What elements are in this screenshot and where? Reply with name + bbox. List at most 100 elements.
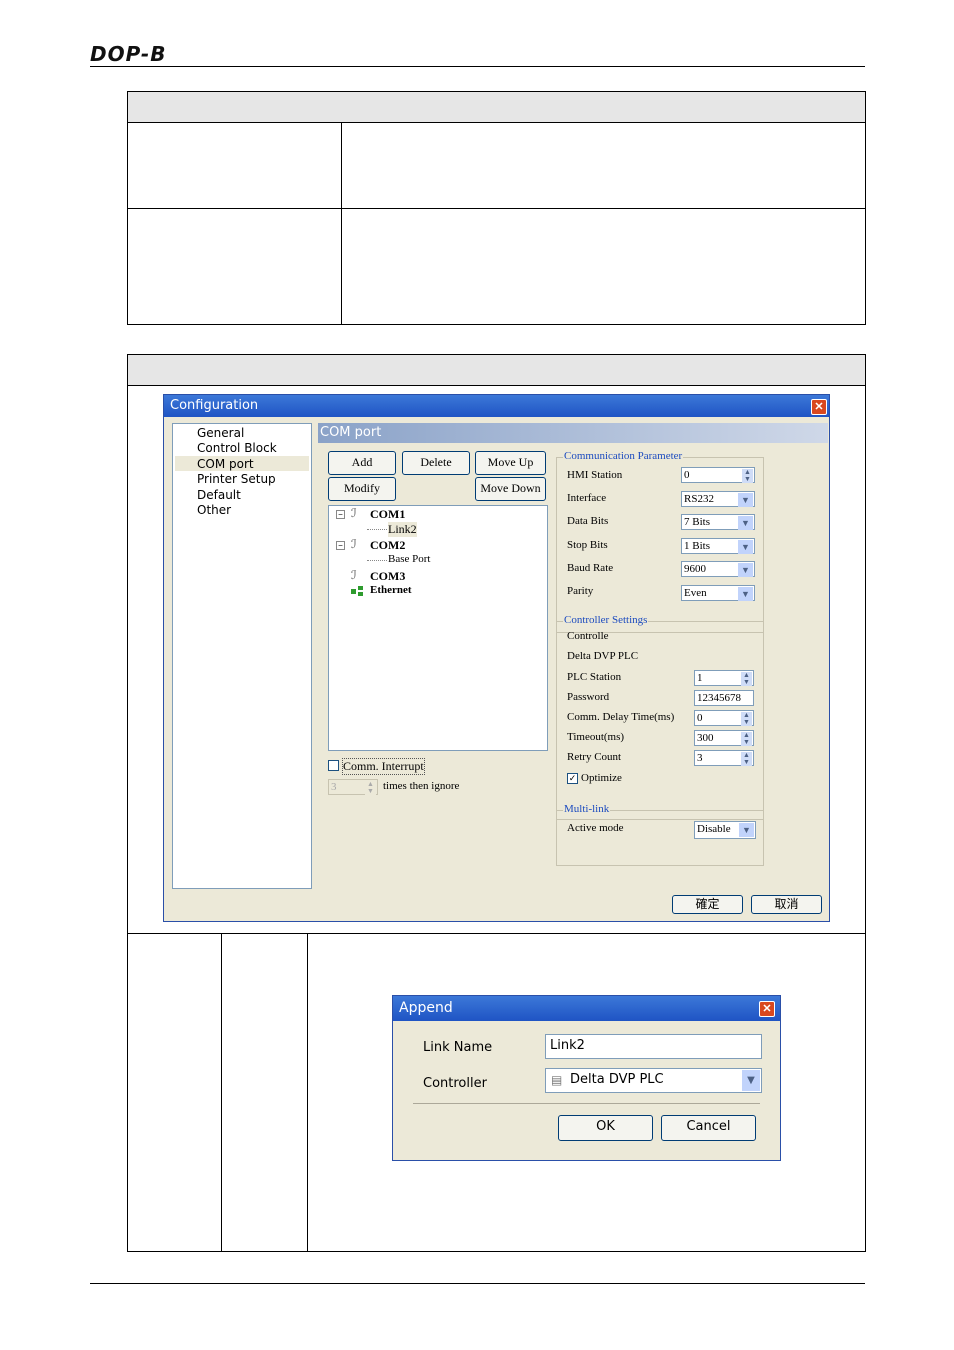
- serial-plug-icon: ℐ: [351, 568, 357, 582]
- comm-interrupt-label: Comm. Interrupt: [342, 758, 425, 775]
- ok-button[interactable]: OK: [558, 1115, 653, 1141]
- multilink-group-label: Multi-link: [563, 803, 611, 815]
- password-value: 12345678: [697, 692, 741, 704]
- plc-station-stepper[interactable]: 1 ▲ ▼: [694, 670, 754, 686]
- baud-rate-select[interactable]: 9600 ▼: [681, 561, 755, 577]
- controller-select[interactable]: ▤ Delta DVP PLC ▼: [545, 1068, 762, 1093]
- active-mode-select[interactable]: Disable ▼: [694, 821, 756, 839]
- comm-delay-value: 0: [697, 712, 703, 724]
- append-titlebar: Append ✕: [393, 996, 780, 1021]
- move-down-button[interactable]: Move Down: [475, 477, 546, 501]
- optimize-label: Optimize: [581, 772, 622, 784]
- close-icon[interactable]: ✕: [759, 1001, 775, 1017]
- comm-interrupt-checkbox[interactable]: [328, 760, 339, 771]
- stepper-arrows-icon: ▲ ▼: [365, 781, 376, 795]
- chevron-down-icon[interactable]: ▼: [739, 823, 754, 837]
- collapse-icon[interactable]: −: [336, 510, 345, 519]
- stepper-arrows-icon[interactable]: ▲ ▼: [741, 752, 752, 766]
- controller-settings-group: Controller Settings Controlle Delta DVP …: [556, 614, 764, 820]
- tree-node-com3[interactable]: COM3: [370, 569, 405, 584]
- controller-select-value: Delta DVP PLC: [570, 1072, 664, 1087]
- configuration-titlebar: Configuration ✕: [164, 395, 829, 417]
- interface-label: Interface: [567, 492, 607, 504]
- com-tree: − ℐ COM1 Link2 − ℐ COM2 Base Port ℐ COM3…: [328, 505, 548, 751]
- plc-station-label: PLC Station: [567, 671, 622, 683]
- active-mode-value: Disable: [697, 823, 731, 835]
- stepper-arrows-icon[interactable]: ▲ ▼: [741, 732, 752, 746]
- interrupt-count-value: 3: [331, 781, 337, 793]
- tree-node-com2[interactable]: COM2: [370, 538, 405, 553]
- cancel-button[interactable]: 取消: [751, 895, 822, 914]
- tree-node-com1[interactable]: COM1: [370, 507, 405, 522]
- stepper-arrows-icon[interactable]: ▲ ▼: [741, 712, 752, 726]
- tree-connector: [367, 560, 387, 561]
- panel-title: COM port: [320, 425, 382, 440]
- plc-station-value: 1: [697, 672, 703, 684]
- retry-count-value: 3: [697, 752, 703, 764]
- nav-item-control-block[interactable]: Control Block: [197, 441, 277, 455]
- table-1-row-divider: [128, 208, 865, 209]
- nav-item-printer-setup[interactable]: Printer Setup: [197, 472, 276, 486]
- modify-button[interactable]: Modify: [328, 477, 396, 501]
- data-bits-value: 7 Bits: [684, 516, 710, 528]
- chevron-down-icon[interactable]: ▼: [738, 516, 753, 530]
- nav-item-other[interactable]: Other: [197, 503, 231, 517]
- timeout-stepper[interactable]: 300 ▲ ▼: [694, 730, 754, 746]
- link-name-label: Link Name: [423, 1040, 493, 1055]
- footer-rule: [90, 1283, 865, 1284]
- comm-delay-label: Comm. Delay Time(ms): [567, 711, 675, 723]
- table-2-header-row: [128, 355, 865, 386]
- hmi-station-stepper[interactable]: 0 ▲ ▼: [681, 467, 755, 483]
- chevron-down-icon[interactable]: ▼: [738, 563, 753, 577]
- retry-count-stepper[interactable]: 3 ▲ ▼: [694, 750, 754, 766]
- parity-value: Even: [684, 587, 707, 599]
- comm-param-group-label: Communication Parameter: [563, 450, 684, 462]
- close-icon[interactable]: ✕: [811, 399, 827, 415]
- tree-node-base-port[interactable]: Base Port: [388, 553, 430, 565]
- ok-button[interactable]: 確定: [672, 895, 743, 914]
- check-icon: ✓: [568, 773, 577, 783]
- chevron-down-icon[interactable]: ▼: [738, 587, 753, 601]
- configuration-window: Configuration ✕ General Control Block CO…: [163, 394, 830, 922]
- chevron-down-icon[interactable]: ▼: [742, 1070, 760, 1091]
- stop-bits-select[interactable]: 1 Bits ▼: [681, 538, 755, 554]
- add-button[interactable]: Add: [328, 451, 396, 475]
- table-1-header-row: [128, 92, 865, 123]
- dop-b-logo: DOP-B: [90, 42, 167, 66]
- stop-bits-value: 1 Bits: [684, 540, 710, 552]
- link-name-input[interactable]: Link2: [545, 1034, 762, 1059]
- interrupt-count-stepper: 3 ▲ ▼: [328, 779, 378, 795]
- password-field[interactable]: 12345678: [694, 690, 754, 706]
- nav-item-com-port[interactable]: COM port: [197, 457, 254, 471]
- cancel-button[interactable]: Cancel: [661, 1115, 756, 1141]
- header-rule: [90, 66, 865, 67]
- active-mode-label: Active mode: [567, 822, 624, 834]
- controller-label: Controller: [423, 1076, 487, 1091]
- retry-count-label: Retry Count: [567, 751, 622, 763]
- table-2-column-divider-2: [307, 933, 308, 1251]
- interface-value: RS232: [684, 493, 714, 505]
- password-label: Password: [567, 691, 610, 703]
- move-up-button[interactable]: Move Up: [475, 451, 546, 475]
- data-bits-select[interactable]: 7 Bits ▼: [681, 514, 755, 530]
- delete-button[interactable]: Delete: [402, 451, 470, 475]
- chevron-down-icon[interactable]: ▼: [738, 493, 753, 507]
- nav-item-general[interactable]: General: [197, 426, 244, 440]
- interface-select[interactable]: RS232 ▼: [681, 491, 755, 507]
- plc-device-icon: ▤: [551, 1073, 563, 1087]
- tree-node-ethernet[interactable]: Ethernet: [370, 584, 412, 596]
- network-icon: [351, 586, 365, 596]
- comm-delay-stepper[interactable]: 0 ▲ ▼: [694, 710, 754, 726]
- timeout-value: 300: [697, 732, 714, 744]
- tree-connector: [367, 529, 387, 530]
- parity-select[interactable]: Even ▼: [681, 585, 755, 601]
- nav-item-default[interactable]: Default: [197, 488, 241, 502]
- optimize-checkbox[interactable]: ✓: [567, 773, 578, 784]
- collapse-icon[interactable]: −: [336, 541, 345, 550]
- parity-label: Parity: [567, 585, 594, 597]
- stepper-arrows-icon[interactable]: ▲ ▼: [741, 672, 752, 686]
- stepper-arrows-icon[interactable]: ▲ ▼: [742, 469, 753, 483]
- chevron-down-icon[interactable]: ▼: [738, 540, 753, 554]
- tree-node-link2[interactable]: Link2: [388, 522, 417, 537]
- interrupt-suffix: times then ignore: [383, 780, 460, 792]
